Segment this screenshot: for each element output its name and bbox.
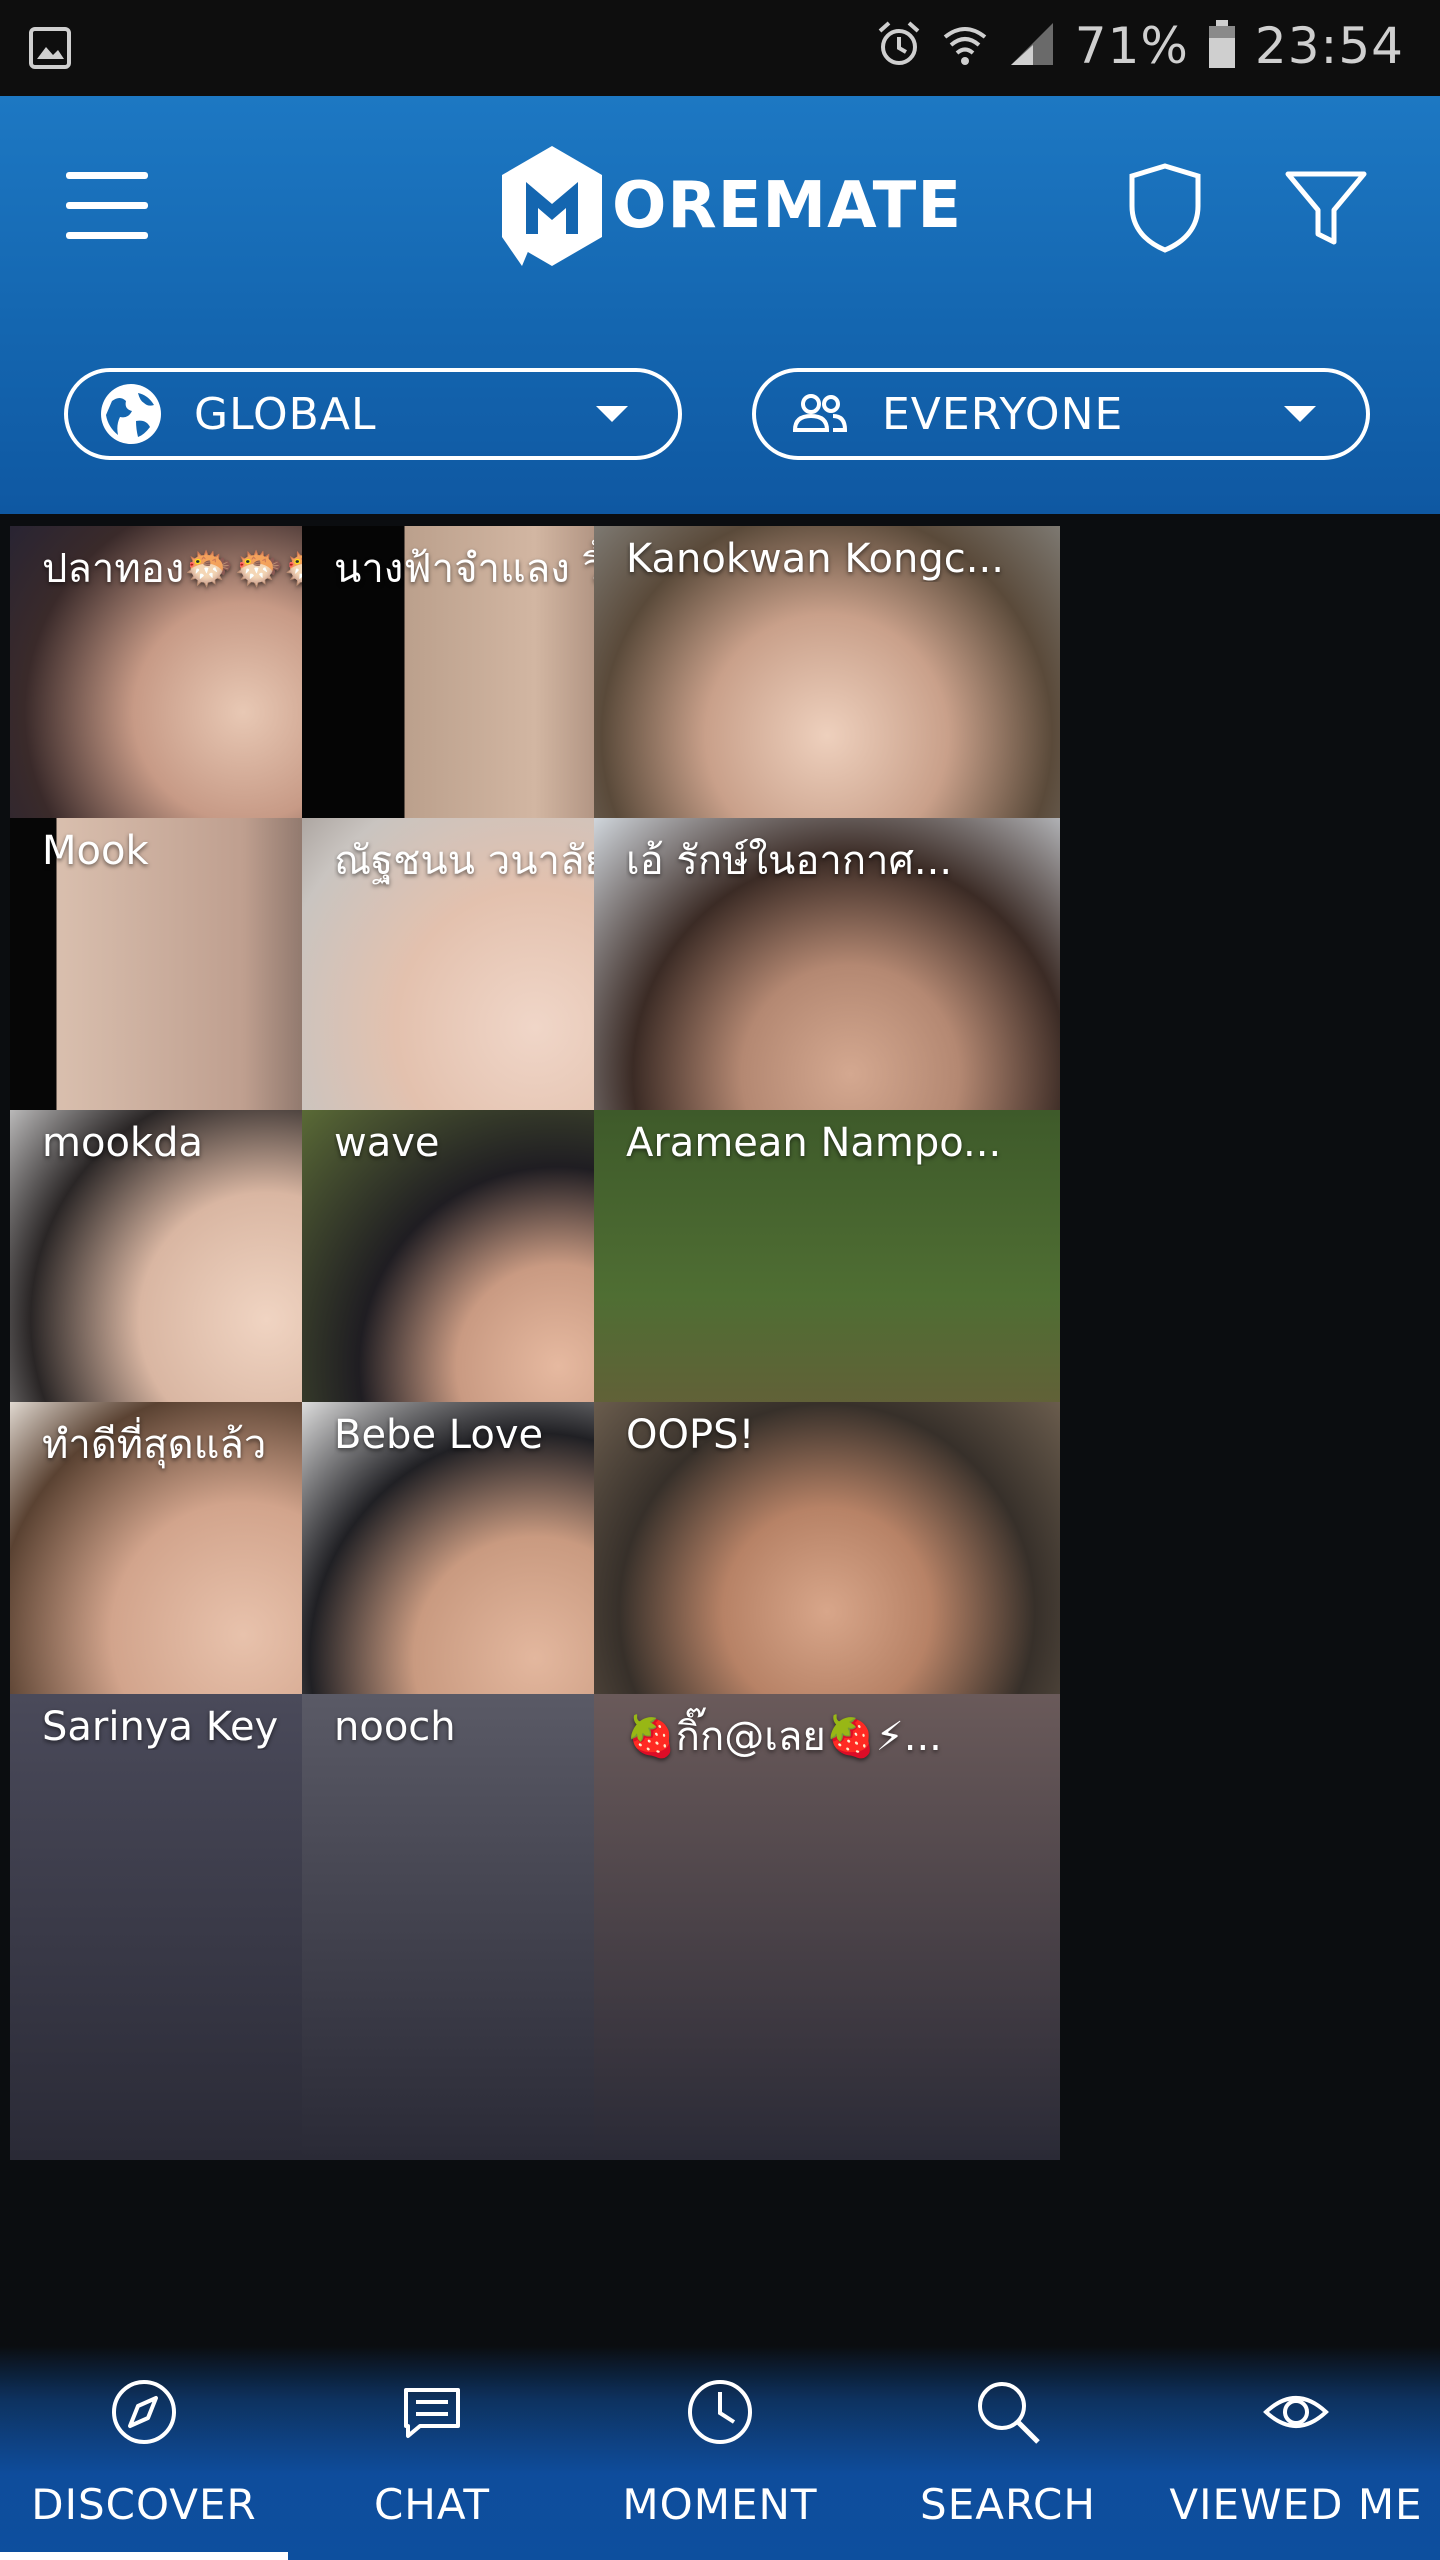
nav-search[interactable]: SEARCH bbox=[864, 2346, 1152, 2560]
nav-discover-label: DISCOVER bbox=[31, 2480, 257, 2529]
chevron-down-icon bbox=[1284, 406, 1316, 422]
audience-filter-label: EVERYONE bbox=[882, 388, 1124, 440]
status-bar: 71% 23:54 bbox=[0, 0, 1440, 96]
profile-grid: ปลาทอง🐡🐡🐡 3.5 km นางฟ้าจำแลง วิ้งวิ้ง 17… bbox=[10, 526, 1430, 2560]
profile-name: เอ้ รักษ์ในอากาศ... bbox=[626, 838, 953, 884]
audience-filter-dropdown[interactable]: EVERYONE bbox=[752, 368, 1370, 460]
profile-name: OOPS! bbox=[626, 1412, 755, 1458]
people-icon bbox=[784, 379, 854, 449]
nav-active-indicator bbox=[0, 2552, 288, 2560]
location-filter-label: GLOBAL bbox=[194, 388, 377, 440]
bottom-navigation: DISCOVER CHAT MOMENT SEARCH VIEWED ME bbox=[0, 2346, 1440, 2560]
logo-text: OREMATE bbox=[612, 169, 963, 243]
clock-icon bbox=[684, 2376, 756, 2448]
alarm-icon bbox=[875, 19, 923, 73]
hamburger-icon[interactable] bbox=[66, 172, 154, 244]
nav-moment-label: MOMENT bbox=[622, 2480, 818, 2529]
nav-discover[interactable]: DISCOVER bbox=[0, 2346, 288, 2560]
search-icon bbox=[972, 2376, 1044, 2448]
profile-name: Aramean Nampo... bbox=[626, 1120, 1002, 1166]
nav-search-label: SEARCH bbox=[920, 2480, 1096, 2529]
wifi-icon bbox=[941, 19, 989, 73]
nav-chat-label: CHAT bbox=[373, 2480, 491, 2529]
nav-chat[interactable]: CHAT bbox=[288, 2346, 576, 2560]
gallery-icon bbox=[28, 26, 72, 74]
nav-viewed-me-label: VIEWED ME bbox=[1169, 2480, 1423, 2529]
battery-icon bbox=[1207, 18, 1237, 74]
nav-viewed-me[interactable]: VIEWED ME bbox=[1152, 2346, 1440, 2560]
chevron-down-icon bbox=[596, 406, 628, 422]
shield-icon[interactable] bbox=[1126, 162, 1204, 258]
compass-icon bbox=[108, 2376, 180, 2448]
profile-name: Kanokwan Kongc... bbox=[626, 536, 1004, 582]
globe-icon bbox=[96, 379, 166, 449]
nav-moment[interactable]: MOMENT bbox=[576, 2346, 864, 2560]
filter-icon[interactable] bbox=[1284, 168, 1368, 254]
app-header: OREMATE GLOBAL EVERYONE bbox=[0, 96, 1440, 514]
app-logo: OREMATE bbox=[496, 142, 962, 270]
clock-time: 23:54 bbox=[1254, 17, 1404, 75]
logo-mark-icon bbox=[502, 146, 602, 266]
chat-icon bbox=[396, 2376, 468, 2448]
profile-card[interactable]: 🍓กิ๊ก@เลย🍓⚡... bbox=[594, 1694, 1060, 2160]
profile-name: 🍓กิ๊ก@เลย🍓⚡... bbox=[626, 1714, 942, 1760]
location-filter-dropdown[interactable]: GLOBAL bbox=[64, 368, 682, 460]
battery-percent: 71% bbox=[1074, 17, 1189, 75]
signal-icon bbox=[1007, 19, 1057, 73]
eye-icon bbox=[1260, 2376, 1332, 2448]
